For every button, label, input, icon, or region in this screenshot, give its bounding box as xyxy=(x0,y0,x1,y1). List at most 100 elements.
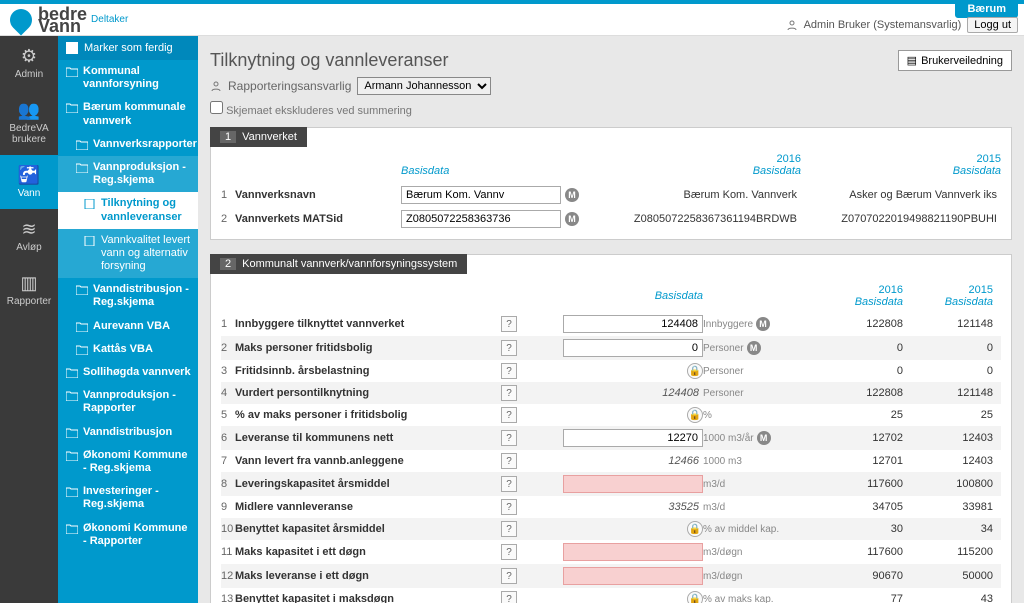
help-button[interactable]: ? xyxy=(501,340,517,356)
s2-v2015: 34 xyxy=(903,523,993,535)
col-2016: 2016Basisdata xyxy=(601,153,801,177)
tree-vanndist[interactable]: Vanndistribusjon xyxy=(58,421,198,444)
tree-vannkvalitet[interactable]: Vannkvalitet levert vann og alternativ f… xyxy=(58,229,198,279)
guide-button[interactable]: ▤Brukerveiledning xyxy=(898,50,1012,71)
tree-okonomi-reg[interactable]: Økonomi Kommune - Reg.skjema xyxy=(58,444,198,480)
s2-row-9: 9Midlere vannleveranse?33525m3/d34705339… xyxy=(221,496,1001,518)
exclude-checkbox[interactable] xyxy=(210,101,223,114)
s2-input-12[interactable] xyxy=(563,567,703,585)
unit-label: % xyxy=(703,410,712,421)
unit-label: Personer xyxy=(703,366,744,377)
help-button[interactable]: ? xyxy=(501,521,517,537)
book-icon: ▤ xyxy=(907,54,917,67)
rail-rapporter[interactable]: ▥Rapporter xyxy=(0,263,58,317)
s2-row-10: 10Benyttet kapasitet årsmiddel?🔒% av mid… xyxy=(221,518,1001,540)
unit-label: % av maks kap. xyxy=(703,594,774,603)
help-button[interactable]: ? xyxy=(501,499,517,515)
s2-input-8[interactable] xyxy=(563,475,703,493)
s2-row-2: 2Maks personer fritidsbolig?PersonerM00 xyxy=(221,336,1001,360)
s2-v2015: 115200 xyxy=(903,546,993,558)
rail-brukere[interactable]: 👥BedreVA brukere xyxy=(0,90,58,155)
app-header: bedreVann Deltaker Bærum Admin Bruker (S… xyxy=(0,4,1024,36)
s2-v2016: 122808 xyxy=(813,387,903,399)
tree-vannprod-reg[interactable]: Vannproduksjon - Reg.skjema xyxy=(58,156,198,192)
tree-tilknytning[interactable]: Tilknytning og vannleveranser xyxy=(58,192,198,228)
help-button[interactable]: ? xyxy=(501,568,517,584)
chart-icon: ▥ xyxy=(2,273,56,294)
s2-row-6: 6Leveranse til kommunens nett?1000 m3/år… xyxy=(221,426,1001,450)
unit-label: Personer xyxy=(703,343,744,354)
folder-icon xyxy=(76,140,88,150)
unit-label: Innbyggere xyxy=(703,319,753,330)
logout-button[interactable]: Logg ut xyxy=(967,17,1018,33)
s2-v2016: 12701 xyxy=(813,455,903,467)
m-badge-icon: M xyxy=(757,431,771,445)
nav-rail: ⚙Admin 👥BedreVA brukere 🚰Vann ≋Avløp ▥Ra… xyxy=(0,36,58,603)
tree-vvrapporter[interactable]: Vannverksrapporter xyxy=(58,133,198,156)
matsid-input[interactable] xyxy=(401,210,561,228)
checkbox-icon[interactable] xyxy=(66,42,78,54)
help-button[interactable]: ? xyxy=(501,407,517,423)
s2-v2015: 0 xyxy=(903,365,993,377)
tree-kommunal[interactable]: Kommunal vannforsyning xyxy=(58,60,198,96)
help-button[interactable]: ? xyxy=(501,385,517,401)
mark-done-row[interactable]: Marker som ferdig xyxy=(58,36,198,60)
help-button[interactable]: ? xyxy=(501,476,517,492)
s2-row-12: 12Maks leveranse i ett døgn?m3/døgn90670… xyxy=(221,564,1001,588)
file-icon xyxy=(84,236,96,246)
s2-v2015: 50000 xyxy=(903,570,993,582)
s2-input-6[interactable] xyxy=(563,429,703,447)
unit-label: % av middel kap. xyxy=(703,524,779,535)
vannverksnavn-input[interactable] xyxy=(401,186,561,204)
unit-label: Personer xyxy=(703,388,744,399)
unit-label: m3/d xyxy=(703,502,725,513)
tree-sollihogda[interactable]: Sollihøgda vannverk xyxy=(58,361,198,384)
lock-icon: 🔒 xyxy=(687,407,703,423)
s2-row-1: 1Innbyggere tilknyttet vannverket?Innbyg… xyxy=(221,312,1001,336)
s2-v2015: 12403 xyxy=(903,432,993,444)
col-basisdata: Basisdata xyxy=(655,290,703,302)
content-area: ▤Brukerveiledning Tilknytning og vannlev… xyxy=(198,36,1024,603)
current-user: Admin Bruker (Systemansvarlig) xyxy=(804,19,962,31)
help-button[interactable]: ? xyxy=(501,591,517,603)
s2-input-11[interactable] xyxy=(563,543,703,561)
s2-v2015: 43 xyxy=(903,593,993,603)
help-button[interactable]: ? xyxy=(501,453,517,469)
rail-admin[interactable]: ⚙Admin xyxy=(0,36,58,90)
tree-baerum-vv[interactable]: Bærum kommunale vannverk xyxy=(58,96,198,132)
folder-icon xyxy=(76,322,88,332)
rail-vann[interactable]: 🚰Vann xyxy=(0,155,58,209)
s2-v2016: 30 xyxy=(813,523,903,535)
tap-icon: 🚰 xyxy=(2,165,56,186)
s2-row-4: 4Vurdert persontilknytning?124408Persone… xyxy=(221,382,1001,404)
s2-row-5: 5% av maks personer i fritidsbolig?🔒%252… xyxy=(221,404,1001,426)
tree-vanndist-reg[interactable]: Vanndistribusjon - Reg.skjema xyxy=(58,278,198,314)
s2-v2015: 121148 xyxy=(903,318,993,330)
unit-label: 1000 m3 xyxy=(703,456,742,467)
folder-icon xyxy=(76,285,88,295)
responsible-select[interactable]: Armann Johannesson xyxy=(357,77,491,95)
s2-input-1[interactable] xyxy=(563,315,703,333)
help-button[interactable]: ? xyxy=(501,430,517,446)
s2-row-13: 13Benyttet kapasitet i maksdøgn?🔒% av ma… xyxy=(221,588,1001,603)
panel-header: 2Kommunalt vannverk/vannforsyningssystem xyxy=(210,254,467,274)
s2-v2016: 117600 xyxy=(813,478,903,490)
tree-kattas[interactable]: Kattås VBA xyxy=(58,338,198,361)
tree-okonomi-rap[interactable]: Økonomi Kommune - Rapporter xyxy=(58,517,198,553)
s2-v2015: 25 xyxy=(903,409,993,421)
tree-investeringer[interactable]: Investeringer - Reg.skjema xyxy=(58,480,198,516)
rail-avlop[interactable]: ≋Avløp xyxy=(0,209,58,263)
folder-icon xyxy=(66,103,78,113)
help-button[interactable]: ? xyxy=(501,363,517,379)
logo-drop-icon xyxy=(5,4,36,35)
s2-input-2[interactable] xyxy=(563,339,703,357)
help-button[interactable]: ? xyxy=(501,316,517,332)
tree-aurevann[interactable]: Aurevann VBA xyxy=(58,315,198,338)
s2-v2015: 100800 xyxy=(903,478,993,490)
help-button[interactable]: ? xyxy=(501,544,517,560)
logo-text: bedreVann xyxy=(38,5,87,35)
s2-calc-4: 124408 xyxy=(563,387,703,399)
lock-icon: 🔒 xyxy=(687,591,703,603)
col-basisdata: Basisdata xyxy=(401,153,601,177)
tree-vannprod-rap[interactable]: Vannproduksjon - Rapporter xyxy=(58,384,198,420)
